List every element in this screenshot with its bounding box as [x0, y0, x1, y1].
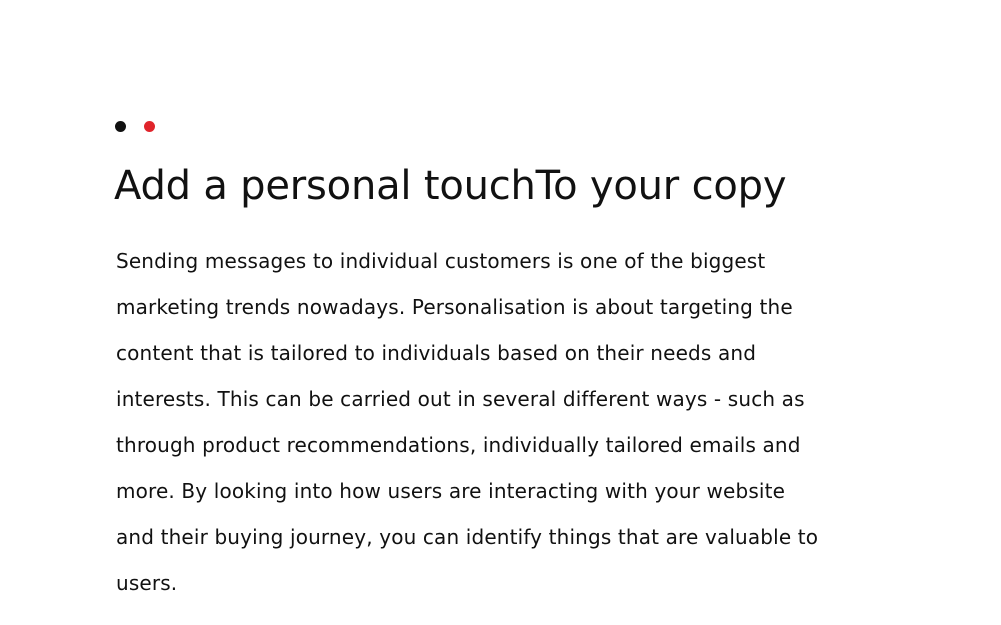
- body-line: more. By looking into how users are inte…: [116, 479, 786, 503]
- body-line: content that is tailored to individuals …: [116, 341, 757, 365]
- body-line: through product recommendations, individ…: [116, 433, 801, 457]
- pagination-dots: [115, 120, 155, 132]
- pagination-dot-1[interactable]: [115, 120, 126, 132]
- page-title: Add a personal touchTo your copy: [114, 163, 787, 209]
- body-line: interests. This can be carried out in se…: [116, 387, 805, 411]
- article-body: Sending messages to individual customers…: [116, 238, 876, 606]
- body-line: users.: [116, 571, 178, 595]
- body-line: marketing trends nowadays. Personalisati…: [116, 295, 793, 319]
- pagination-dot-2[interactable]: [144, 120, 155, 132]
- body-line: Sending messages to individual customers…: [116, 249, 766, 273]
- body-line: and their buying journey, you can identi…: [116, 525, 819, 549]
